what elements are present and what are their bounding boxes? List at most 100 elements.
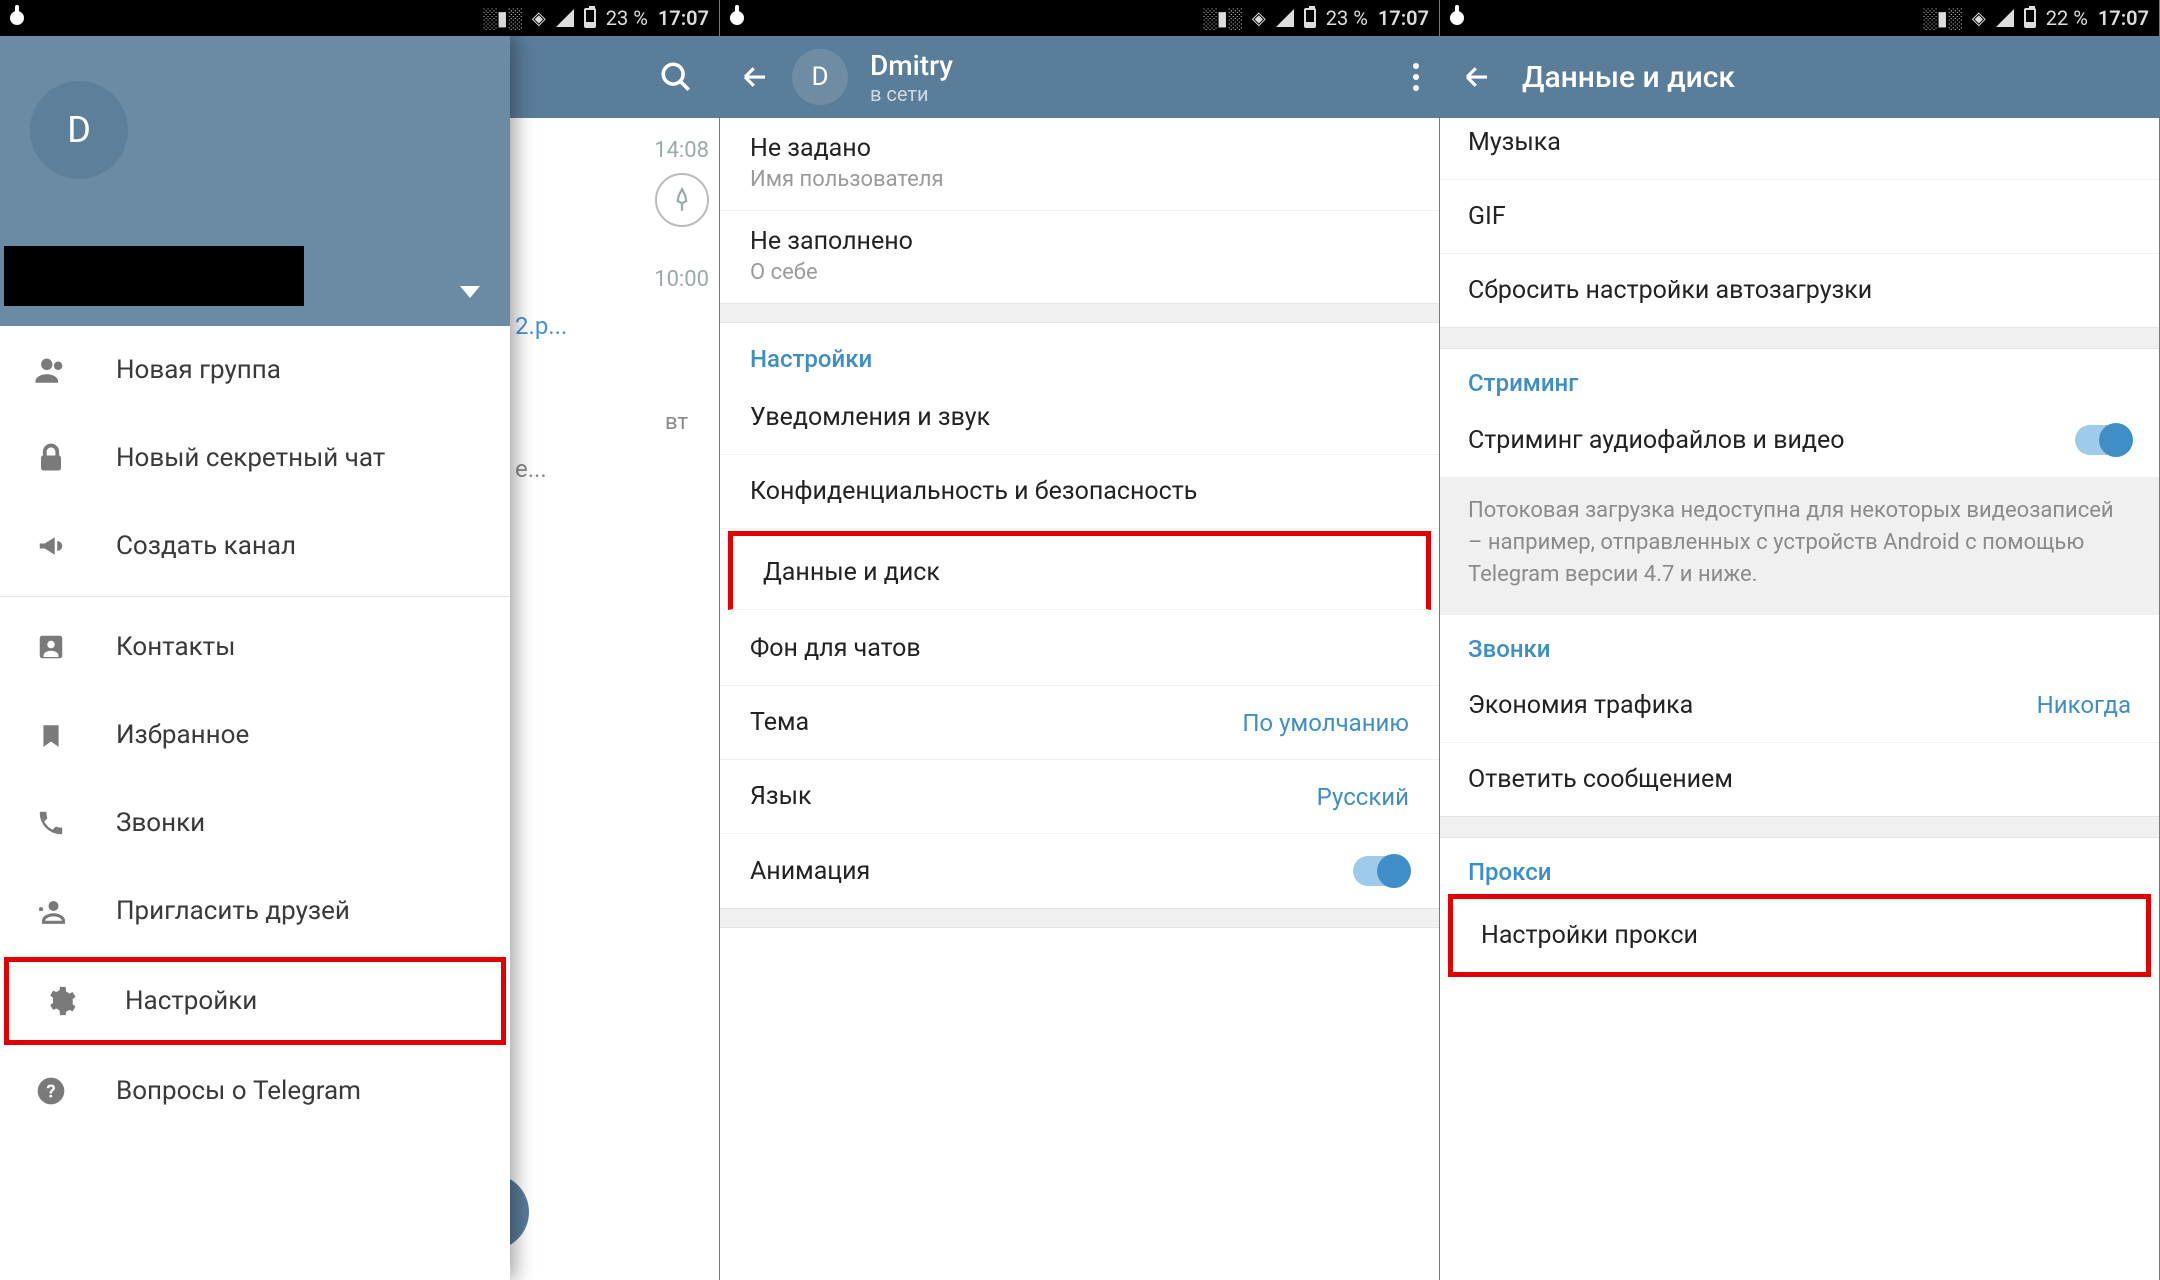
section-gap	[1440, 327, 2159, 349]
redacted-name	[4, 246, 304, 306]
row-label: Конфиденциальность и безопасность	[750, 477, 1197, 506]
battery-pct: 23 %	[1326, 6, 1368, 30]
row-label: О себе	[750, 260, 1409, 285]
profile-header: D Dmitry в сети	[720, 36, 1439, 118]
megaphone-icon	[34, 529, 68, 563]
row-label: Тема	[750, 708, 809, 737]
menu-new-channel[interactable]: Создать канал	[0, 502, 510, 590]
menu-settings[interactable]: Настройки	[4, 957, 506, 1045]
screen-drawer: ░▮░ ◈ 23 % 17:07 14:08 10:00 2.p... вт е…	[0, 0, 720, 1280]
back-icon[interactable]	[740, 62, 770, 92]
row-theme[interactable]: Тема По умолчанию	[720, 686, 1439, 760]
chevron-down-icon[interactable]	[460, 286, 480, 298]
row-value: Никогда	[2037, 691, 2131, 719]
clock: 17:07	[2098, 6, 2149, 30]
more-icon[interactable]	[1413, 63, 1419, 91]
bookmark-icon	[34, 718, 68, 752]
row-notifications[interactable]: Уведомления и звук	[720, 381, 1439, 455]
toggle-switch[interactable]	[1353, 856, 1409, 886]
chat-time: 14:08	[515, 138, 709, 163]
row-bio[interactable]: Не заполнено О себе	[720, 211, 1439, 303]
row-value: Русский	[1317, 783, 1409, 811]
avatar[interactable]: D	[30, 81, 128, 179]
row-data-saver[interactable]: Экономия трафика Никогда	[1440, 669, 2159, 742]
menu-secret-chat[interactable]: Новый секретный чат	[0, 414, 510, 502]
nav-drawer: D Новая группа Новый секретный чат Созда…	[0, 36, 510, 1280]
page-title: Данные и диск	[1522, 60, 1735, 95]
vibrate-icon: ░▮░	[1923, 6, 1962, 31]
gear-icon	[43, 984, 77, 1018]
battery-icon	[1304, 8, 1316, 28]
row-value: Не задано	[750, 134, 1409, 163]
screen-settings: ░▮░ ◈ 23 % 17:07 D Dmitry в сети Не зада…	[720, 0, 1440, 1280]
menu-label: Новая группа	[116, 355, 281, 385]
row-streaming[interactable]: Стриминг аудиофайлов и видео	[1440, 403, 2159, 477]
menu-calls[interactable]: Звонки	[0, 779, 510, 867]
menu-label: Создать канал	[116, 531, 296, 561]
row-value: По умолчанию	[1242, 709, 1409, 737]
section-header: Настройки	[720, 323, 1439, 381]
notif-icon	[730, 11, 744, 25]
battery-icon	[2024, 8, 2036, 28]
row-privacy[interactable]: Конфиденциальность и безопасность	[720, 455, 1439, 529]
row-label: Экономия трафика	[1468, 691, 1693, 720]
row-data-storage[interactable]: Данные и диск	[728, 531, 1431, 610]
search-icon[interactable]	[659, 60, 693, 94]
wifi-icon: ◈	[1972, 8, 1986, 29]
row-gif[interactable]: GIF	[1440, 180, 2159, 253]
notif-icon	[1450, 11, 1464, 25]
menu-contacts[interactable]: Контакты	[0, 603, 510, 691]
vibrate-icon: ░▮░	[1203, 6, 1242, 31]
drawer-header[interactable]: D	[0, 36, 510, 326]
row-music[interactable]: Музыка	[1440, 118, 2159, 179]
menu-label: Звонки	[116, 808, 205, 838]
chat-day: вт	[665, 410, 688, 435]
page-header: Данные и диск	[1440, 36, 2159, 118]
vibrate-icon: ░▮░	[483, 6, 522, 31]
notif-icon	[10, 11, 24, 25]
row-label: Стриминг аудиофайлов и видео	[1468, 426, 1845, 455]
section-gap	[720, 303, 1439, 323]
row-proxy-settings[interactable]: Настройки прокси	[1448, 894, 2151, 977]
profile-name: Dmitry	[870, 49, 953, 82]
group-icon	[34, 353, 68, 387]
profile-status: в сети	[870, 82, 953, 106]
battery-pct: 23 %	[606, 6, 648, 30]
menu-faq[interactable]: ? Вопросы о Telegram	[0, 1047, 510, 1135]
section-gap	[720, 908, 1439, 928]
row-label: Настройки прокси	[1481, 921, 1698, 950]
clock: 17:07	[1378, 6, 1429, 30]
menu-label: Пригласить друзей	[116, 896, 350, 926]
help-icon: ?	[34, 1074, 68, 1108]
row-label: Данные и диск	[763, 558, 940, 587]
row-reset-autodownload[interactable]: Сбросить настройки автозагрузки	[1440, 254, 2159, 327]
menu-invite[interactable]: Пригласить друзей	[0, 867, 510, 955]
row-label: Уведомления и звук	[750, 403, 990, 432]
row-label: Фон для чатов	[750, 634, 921, 663]
section-header: Прокси	[1440, 838, 2159, 892]
row-label: Музыка	[1468, 128, 1561, 157]
clock: 17:07	[658, 6, 709, 30]
menu-saved[interactable]: Избранное	[0, 691, 510, 779]
row-reply-message[interactable]: Ответить сообщением	[1440, 743, 2159, 816]
row-label: Имя пользователя	[750, 167, 1409, 192]
toggle-switch[interactable]	[2075, 425, 2131, 455]
chat-time: 10:00	[515, 267, 709, 292]
row-label: Анимация	[750, 857, 870, 886]
wifi-icon: ◈	[532, 8, 546, 29]
section-header: Стриминг	[1440, 349, 2159, 403]
menu-label: Новый секретный чат	[116, 443, 385, 473]
avatar[interactable]: D	[792, 49, 848, 105]
row-username[interactable]: Не задано Имя пользователя	[720, 118, 1439, 210]
back-icon[interactable]	[1462, 62, 1492, 92]
section-header: Звонки	[1440, 615, 2159, 669]
row-chat-bg[interactable]: Фон для чатов	[720, 612, 1439, 686]
row-language[interactable]: Язык Русский	[720, 760, 1439, 834]
menu-label: Избранное	[116, 720, 249, 750]
status-bar: ░▮░ ◈ 22 % 17:07	[1440, 0, 2159, 36]
lock-icon	[34, 441, 68, 475]
row-label: GIF	[1468, 202, 1506, 231]
menu-new-group[interactable]: Новая группа	[0, 326, 510, 414]
row-animation[interactable]: Анимация	[720, 834, 1439, 908]
person-icon	[34, 630, 68, 664]
